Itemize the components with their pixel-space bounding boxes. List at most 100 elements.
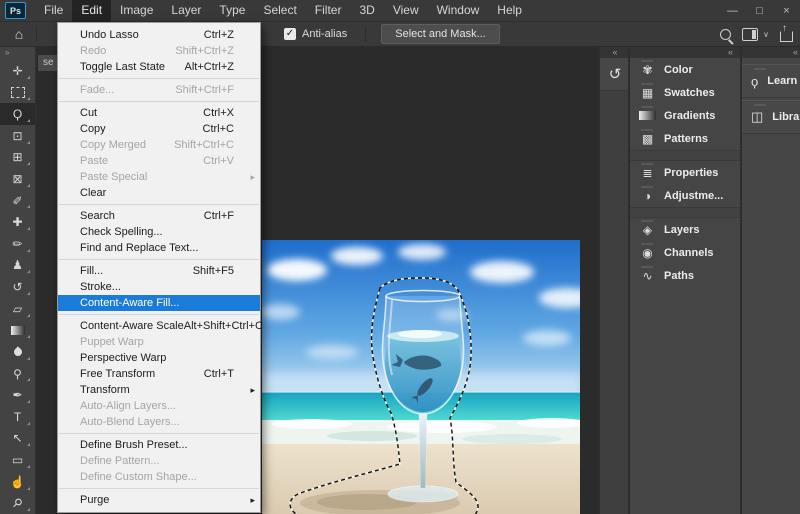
select-and-mask-button[interactable]: Select and Mask... — [381, 24, 500, 44]
shortcut-label: Shift+Ctrl+Z — [175, 45, 247, 57]
dock-collapse-header[interactable]: « — [630, 47, 740, 58]
menu-item[interactable]: Transform ▸ — [58, 382, 260, 398]
menu-item[interactable]: Clear ▸ — [58, 185, 260, 201]
object-selection-tool[interactable]: ⊡ — [0, 125, 35, 147]
panel-tab-patterns[interactable]: ▩ Patterns — [630, 127, 740, 150]
menu-item[interactable]: Check Spelling... ▸ — [58, 224, 260, 240]
menu-item[interactable]: Puppet Warp ▸ — [58, 334, 260, 350]
history-panel-button[interactable]: ↺ — [600, 58, 630, 91]
menu-3d[interactable]: 3D — [350, 0, 383, 22]
menu-item[interactable]: Copy Ctrl+C ▸ — [58, 121, 260, 137]
blur-tool[interactable] — [0, 341, 35, 363]
search-icon[interactable] — [720, 29, 731, 40]
menu-item[interactable]: Content-Aware Scale Alt+Shift+Ctrl+C ▸ — [58, 318, 260, 334]
menu-item[interactable]: Define Brush Preset... ▸ — [58, 437, 260, 453]
dodge-tool[interactable]: ⚲ — [0, 363, 35, 385]
tool-icon: Ϙ — [13, 107, 22, 121]
panel-icon: ▦ — [639, 86, 656, 100]
menu-item[interactable]: Perspective Warp ▸ — [58, 350, 260, 366]
menu-item[interactable]: Fill... Shift+F5 ▸ — [58, 263, 260, 279]
tool-icon: ⊠ — [12, 172, 22, 186]
menu-item[interactable]: Cut Ctrl+X ▸ — [58, 105, 260, 121]
menu-item[interactable]: Search Ctrl+F ▸ — [58, 208, 260, 224]
menu-edit[interactable]: Edit — [72, 0, 111, 22]
document-tab[interactable]: se — [38, 55, 58, 71]
menu-item[interactable]: Paste Ctrl+V ▸ — [58, 153, 260, 169]
submenu-arrow-icon: ▸ — [247, 385, 255, 396]
share-icon[interactable]: ↑ — [780, 31, 793, 42]
gradient-tool[interactable] — [0, 320, 35, 342]
menu-item[interactable]: Stroke... ▸ — [58, 279, 260, 295]
panel-tab-properties[interactable]: ≣ Properties — [630, 161, 740, 184]
panel-icon: ◈ — [639, 223, 656, 237]
menu-item[interactable]: Copy Merged Shift+Ctrl+C ▸ — [58, 137, 260, 153]
menu-item[interactable]: Paste Special ▸ — [58, 169, 260, 185]
panel-tab-paths[interactable]: ∿ Paths — [630, 264, 740, 287]
frame-tool[interactable]: ⊠ — [0, 168, 35, 190]
menu-item[interactable]: Free Transform Ctrl+T ▸ — [58, 366, 260, 382]
workspace-switcher-icon[interactable] — [742, 28, 758, 41]
healing-brush-tool[interactable]: ✚ — [0, 211, 35, 233]
tool-icon: ✒ — [12, 388, 22, 402]
close-button[interactable]: × — [773, 0, 800, 22]
anti-alias-checkbox[interactable]: ✓ — [284, 28, 296, 40]
eraser-tool[interactable]: ▱ — [0, 298, 35, 320]
menu-item[interactable]: Auto-Align Layers... ▸ — [58, 398, 260, 414]
panel-tab-learn[interactable]: ϙ Learn — [742, 64, 800, 98]
crop-tool[interactable]: ⊞ — [0, 147, 35, 169]
pen-tool[interactable]: ✒ — [0, 384, 35, 406]
move-tool[interactable]: ✛ — [0, 60, 35, 82]
menu-item[interactable]: Toggle Last State Alt+Ctrl+Z ▸ — [58, 59, 260, 75]
toolbar-collapse-icon[interactable]: » — [0, 47, 35, 60]
menu-item[interactable]: Define Pattern... ▸ — [58, 453, 260, 469]
rectangle-tool[interactable]: ▭ — [0, 449, 35, 471]
menu-type[interactable]: Type — [210, 0, 254, 22]
menubar: Ps File Edit Image Layer Type Select — [0, 0, 800, 22]
tool-icon: T — [14, 410, 21, 424]
panel-tab-gradients[interactable]: Gradients — [630, 104, 740, 127]
lasso-tool[interactable]: Ϙ — [0, 103, 35, 125]
history-brush-tool[interactable]: ↺ — [0, 276, 35, 298]
chevron-down-icon[interactable]: ∨ — [763, 30, 769, 39]
brush-tool[interactable]: ✏ — [0, 233, 35, 255]
home-icon[interactable]: ⌂ — [7, 25, 31, 44]
menu-filter[interactable]: Filter — [306, 0, 351, 22]
menu-layer[interactable]: Layer — [162, 0, 210, 22]
panel-tab-channels[interactable]: ◉ Channels — [630, 241, 740, 264]
menu-help[interactable]: Help — [488, 0, 531, 22]
menu-view[interactable]: View — [384, 0, 428, 22]
menu-image[interactable]: Image — [111, 0, 162, 22]
menu-item: ▸ — [59, 101, 259, 102]
menu-item[interactable]: Undo Lasso Ctrl+Z ▸ — [58, 27, 260, 43]
toolbar-tools: ✛ Ϙ ⊡ ⊞ ⊠ ✐ — [0, 60, 35, 514]
zoom-tool[interactable]: ⚲ — [0, 493, 35, 514]
menu-select[interactable]: Select — [254, 0, 305, 22]
eyedropper-tool[interactable]: ✐ — [0, 190, 35, 212]
menubar-items: File Edit Image Layer Type Select Filt — [35, 0, 531, 22]
menu-item[interactable]: Define Custom Shape... ▸ — [58, 469, 260, 485]
panel-tab-color[interactable]: ✾ Color — [630, 58, 740, 81]
marquee-tool[interactable] — [0, 82, 35, 104]
menu-item[interactable]: Purge ▸ — [58, 492, 260, 508]
hand-tool[interactable]: ☝ — [0, 471, 35, 493]
panel-tab-libraries[interactable]: ◫ Librari... — [742, 100, 800, 134]
menu-window[interactable]: Window — [428, 0, 489, 22]
minimize-button[interactable]: — — [719, 0, 746, 22]
menu-item[interactable]: Redo Shift+Ctrl+Z ▸ — [58, 43, 260, 59]
maximize-button[interactable]: □ — [746, 0, 773, 22]
tool-icon: ✏ — [12, 237, 22, 251]
panel-tab-layers[interactable]: ◈ Layers — [630, 218, 740, 241]
dock-collapse-header[interactable]: « — [742, 47, 800, 58]
menu-item[interactable]: Fade... Shift+Ctrl+F ▸ — [58, 82, 260, 98]
menu-item-content-aware-fill[interactable]: Content-Aware Fill... ▸ — [58, 295, 260, 311]
dock-collapse-header[interactable]: « — [600, 47, 630, 58]
panel-tab — [630, 150, 740, 161]
menu-file[interactable]: File — [35, 0, 72, 22]
path-selection-tool[interactable]: ↖ — [0, 428, 35, 450]
menu-item[interactable]: Find and Replace Text... ▸ — [58, 240, 260, 256]
type-tool[interactable]: T — [0, 406, 35, 428]
panel-tab-swatches[interactable]: ▦ Swatches — [630, 81, 740, 104]
panel-tab-adjustments[interactable]: ◑ Adjustme... — [630, 184, 740, 207]
clone-stamp-tool[interactable]: ♟ — [0, 255, 35, 277]
menu-item[interactable]: Auto-Blend Layers... ▸ — [58, 414, 260, 430]
